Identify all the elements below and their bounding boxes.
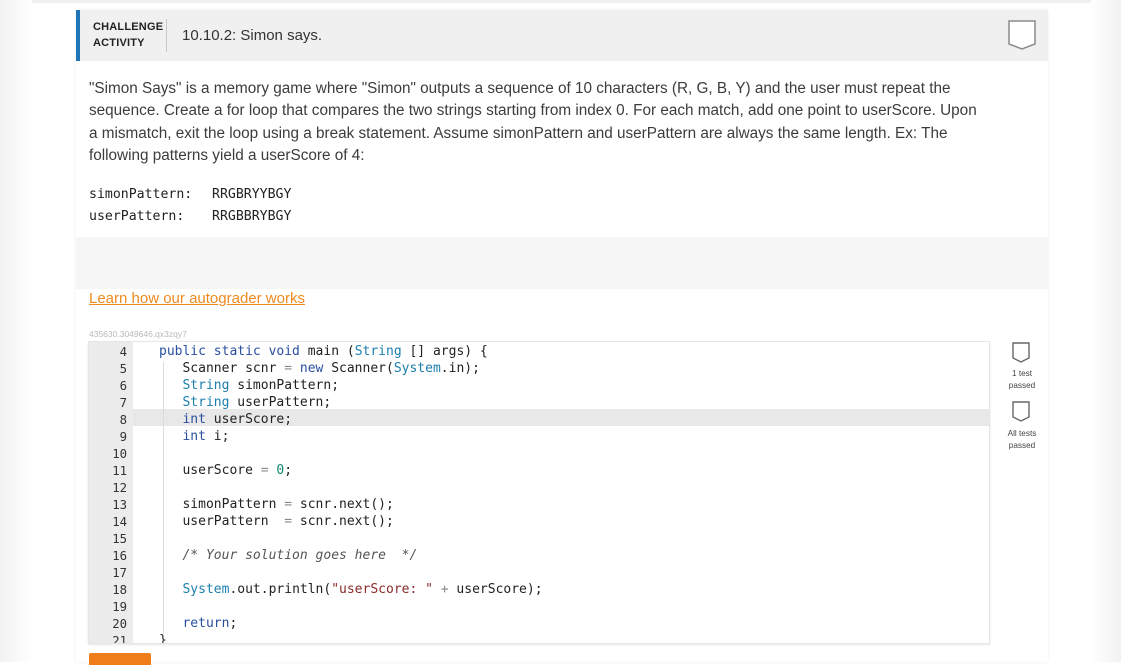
- check-button[interactable]: [89, 653, 151, 665]
- activity-header: CHALLENGE ACTIVITY 10.10.2: Simon says.: [76, 10, 1048, 61]
- line-number: 19: [112, 600, 127, 614]
- completion-badge-icon: [1008, 20, 1036, 50]
- test-status-label-line1: 1 test: [1011, 369, 1033, 378]
- test-status-icon: [1012, 342, 1030, 363]
- line-number: 16: [112, 549, 127, 563]
- code-editor[interactable]: 4 5 6 7 8 9 10 11 12 13 14 15 16 17 18 1…: [88, 341, 990, 644]
- activity-type-label: CHALLENGE: [93, 21, 164, 33]
- page-left-margin: [0, 0, 32, 662]
- line-number: 21: [112, 634, 127, 644]
- test-status-label: 1 test passed: [1002, 368, 1042, 392]
- code-line-16: /* Your solution goes here */: [182, 548, 418, 563]
- header-accent-bar: [76, 10, 80, 61]
- indent-guide: [163, 447, 164, 464]
- problem-description: "Simon Says" is a memory game where "Sim…: [89, 80, 977, 165]
- all-tests-status-label: All tests passed: [1002, 428, 1042, 452]
- code-line-13: simonPattern = scnr.next();: [159, 497, 394, 512]
- line-number: 8: [119, 413, 127, 427]
- user-pattern-value: RRGBBRYBGY: [212, 209, 292, 224]
- all-tests-label-line1: All tests: [1007, 429, 1037, 438]
- activity-type-label-2: ACTIVITY: [93, 37, 145, 49]
- code-line-6: String simonPattern;: [182, 378, 340, 393]
- user-pattern-label: userPattern:: [89, 209, 185, 224]
- line-number: 6: [119, 379, 127, 393]
- line-number: 10: [112, 447, 127, 461]
- indent-guide: [163, 481, 164, 498]
- code-line-8: int userScore;: [182, 412, 293, 427]
- autograder-link[interactable]: Learn how our autograder works: [89, 290, 305, 307]
- code-line-5: Scanner scnr = new Scanner(System.in);: [159, 361, 480, 376]
- pattern-example-footer: [76, 237, 1048, 289]
- code-line-4: public static void main (String [] args)…: [159, 344, 488, 359]
- simon-pattern-label: simonPattern:: [89, 187, 193, 202]
- code-line-21: }: [159, 633, 167, 644]
- test-status-label-line2: passed: [1008, 381, 1036, 390]
- page-right-margin: [1091, 0, 1121, 662]
- code-id: 435630.3049646.qx3zqy7: [89, 329, 187, 339]
- code-line-7: String userPattern;: [182, 395, 332, 410]
- pattern-example-area: [76, 174, 1048, 237]
- indent-guide: [163, 566, 164, 583]
- simon-pattern-value: RRGBRYYBGY: [212, 187, 292, 202]
- line-number: 14: [112, 515, 127, 529]
- all-tests-status-icon: [1012, 401, 1030, 422]
- code-line-14: userPattern = scnr.next();: [159, 514, 394, 529]
- line-number: 11: [112, 464, 127, 478]
- all-tests-label-line2: passed: [1008, 441, 1036, 450]
- code-line-18: System.out.println("userScore: " + userS…: [182, 582, 543, 597]
- line-number: 15: [112, 532, 127, 546]
- activity-title: 10.10.2: Simon says.: [182, 27, 323, 44]
- code-line-20: return;: [182, 616, 238, 631]
- indent-guide: [163, 600, 164, 617]
- code-line-9: int i;: [182, 429, 230, 444]
- header-divider: [166, 19, 167, 52]
- line-number: 17: [112, 566, 127, 580]
- line-number: 13: [112, 498, 127, 512]
- line-number-gutter: 4 5 6 7 8 9 10 11 12 13 14 15 16 17 18 1…: [89, 342, 133, 643]
- line-number: 20: [112, 617, 127, 631]
- line-number: 5: [119, 362, 127, 376]
- top-edge: [0, 0, 1121, 3]
- code-line-11: userScore = 0;: [159, 463, 293, 478]
- line-number: 4: [119, 345, 127, 359]
- indent-guide: [163, 532, 164, 549]
- line-number: 7: [119, 396, 127, 410]
- line-number: 12: [112, 481, 127, 495]
- challenge-card: CHALLENGE ACTIVITY 10.10.2: Simon says. …: [76, 10, 1048, 665]
- line-number: 9: [119, 430, 127, 444]
- line-number: 18: [112, 583, 127, 597]
